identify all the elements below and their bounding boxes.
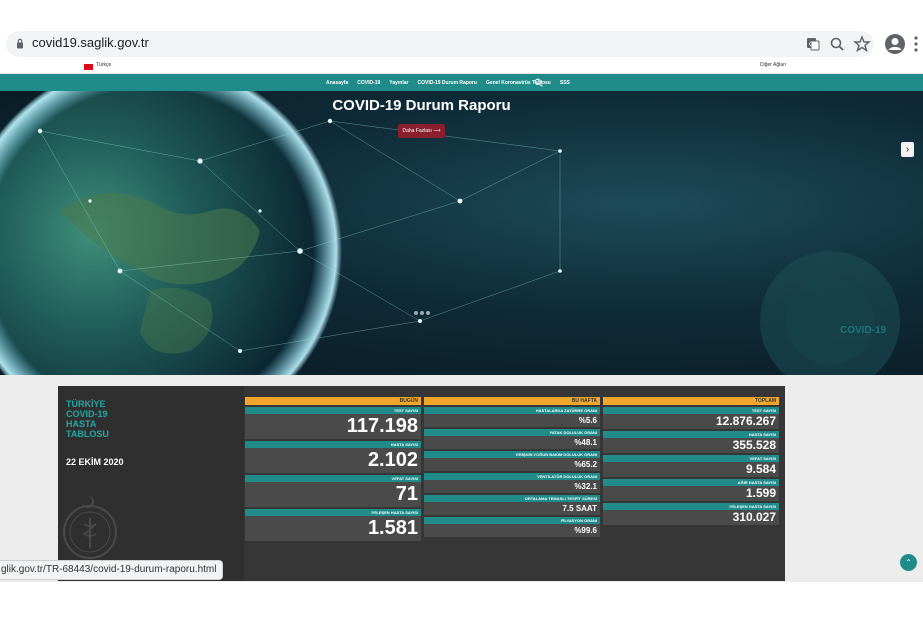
address-url[interactable]: covid19.saglik.gov.tr <box>32 35 149 50</box>
metric-value: 117.198 <box>245 414 421 439</box>
status-bar-url: glik.gov.tr/TR-68443/covid-19-durum-rapo… <box>0 560 224 580</box>
more-button-label: Daha Fazlası <box>402 128 432 134</box>
translate-icon[interactable]: G <box>804 35 822 53</box>
metric-total-recovered: İYİLEŞEN HASTA SAYISI 310.027 <box>603 503 779 525</box>
column-header: BUGÜN <box>245 397 421 405</box>
metric-value: %32.1 <box>424 480 600 493</box>
main-nav: Anasayfa COVID-19 Yayınlar COVID-19 Duru… <box>0 74 923 91</box>
column-this-week: BU HAFTA HASTALARDA ZATÜRRE ORANI %5.6 Y… <box>424 397 600 537</box>
metric-week-contact-time: ORTALAMA TEMASLI TESPİT SÜRESİ 7.5 SAAT <box>424 495 600 515</box>
metric-value: %48.1 <box>424 436 600 449</box>
metric-value: 1.599 <box>603 486 779 501</box>
metric-label: İYİLEŞEN HASTA SAYISI <box>603 503 779 510</box>
metric-value: %65.2 <box>424 458 600 471</box>
metric-value: 1.581 <box>245 516 421 541</box>
hero-banner: COVID-19 Durum Raporu Daha Fazlası ⟶ › C… <box>0 91 923 375</box>
menu-icon[interactable] <box>913 35 919 53</box>
metric-week-filiation: FİLYASYON ORANI %99.6 <box>424 517 600 537</box>
stats-section: TÜRKİYE COVID-19 HASTA TABLOSU 22 EKİM 2… <box>0 375 923 582</box>
heading-line: TABLOSU <box>66 429 109 439</box>
slider-dots <box>414 311 430 315</box>
metric-value: 7.5 SAAT <box>424 502 600 515</box>
metric-week-pneumonia: HASTALARDA ZATÜRRE ORANI %5.6 <box>424 407 600 427</box>
metric-value: 2.102 <box>245 448 421 473</box>
report-date: 22 EKİM 2020 <box>66 457 124 467</box>
hero-watermark: COVID-19 <box>840 325 887 336</box>
metric-value: %99.6 <box>424 524 600 537</box>
metric-total-critical: AĞIR HASTA SAYISI 1.599 <box>603 479 779 501</box>
heading-line: TÜRKİYE <box>66 399 106 409</box>
metric-label: HASTA SAYISI <box>245 441 421 448</box>
nav-item-status-report[interactable]: COVID-19 Durum Raporu <box>417 80 476 86</box>
metric-value: %5.6 <box>424 414 600 427</box>
search-icon[interactable] <box>534 78 543 87</box>
column-total: TOPLAM TEST SAYISI 12.876.267 HASTA SAYI… <box>603 397 779 525</box>
metric-label: YATAK DOLULUK ORANI <box>424 429 600 436</box>
nav-item-faq[interactable]: SSS <box>560 80 570 86</box>
slider-dot[interactable] <box>414 311 418 315</box>
covid-table-panel: TÜRKİYE COVID-19 HASTA TABLOSU 22 EKİM 2… <box>58 386 785 581</box>
language-selector[interactable]: Türkçe <box>96 62 111 68</box>
column-header: TOPLAM <box>603 397 779 405</box>
metric-week-icu-occupancy: ERİŞKİN YOĞUN BAKIM DOLULUK ORANI %65.2 <box>424 451 600 471</box>
metric-label: VEFAT SAYISI <box>245 475 421 482</box>
metric-label: HASTALARDA ZATÜRRE ORANI <box>424 407 600 414</box>
flag-icon <box>84 64 93 70</box>
metric-label: FİLYASYON ORANI <box>424 517 600 524</box>
svg-text:G: G <box>809 41 814 48</box>
column-today: BUGÜN TEST SAYISI 117.198 HASTA SAYISI 2… <box>245 397 421 541</box>
more-button[interactable]: Daha Fazlası ⟶ <box>398 124 445 138</box>
nav-item-home[interactable]: Anasayfa <box>326 80 348 86</box>
metric-today-deaths: VEFAT SAYISI 71 <box>245 475 421 507</box>
scroll-top-button[interactable]: ⌃ <box>900 554 917 571</box>
metric-label: ERİŞKİN YOĞUN BAKIM DOLULUK ORANI <box>424 451 600 458</box>
metric-label: ORTALAMA TEMASLI TESPİT SÜRESİ <box>424 495 600 502</box>
hero-title: COVID-19 Durum Raporu <box>332 97 511 114</box>
address-bar[interactable]: covid19.saglik.gov.tr G <box>6 31 874 57</box>
metric-value: 71 <box>245 482 421 507</box>
heading-line: HASTA <box>66 419 97 429</box>
heading-line: COVID-19 <box>66 409 108 419</box>
panel-heading: TÜRKİYE COVID-19 HASTA TABLOSU <box>66 399 109 439</box>
metric-today-cases: HASTA SAYISI 2.102 <box>245 441 421 473</box>
metric-label: TEST SAYISI <box>603 407 779 414</box>
metric-value: 12.876.267 <box>603 414 779 429</box>
metric-total-tests: TEST SAYISI 12.876.267 <box>603 407 779 429</box>
metric-week-bed-occupancy: YATAK DOLULUK ORANI %48.1 <box>424 429 600 449</box>
metric-today-tests: TEST SAYISI 117.198 <box>245 407 421 439</box>
metric-label: AĞIR HASTA SAYISI <box>603 479 779 486</box>
nav-item-publications[interactable]: Yayınlar <box>389 80 408 86</box>
browser-toolbar: covid19.saglik.gov.tr G <box>0 27 923 61</box>
slider-dot[interactable] <box>420 311 424 315</box>
metric-week-ventilator: VENTİLATÖR DOLULUK ORANI %32.1 <box>424 473 600 493</box>
metric-label: HASTA SAYISI <box>603 431 779 438</box>
metric-label: TEST SAYISI <box>245 407 421 414</box>
metric-value: 9.584 <box>603 462 779 477</box>
metric-label: İYİLEŞEN HASTA SAYISI <box>245 509 421 516</box>
scroll-top-icon: ⌃ <box>905 558 912 567</box>
metric-value: 355.528 <box>603 438 779 453</box>
metric-label: VENTİLATÖR DOLULUK ORANI <box>424 473 600 480</box>
panel-sidebar: TÜRKİYE COVID-19 HASTA TABLOSU 22 EKİM 2… <box>58 386 244 581</box>
metric-value: 310.027 <box>603 510 779 525</box>
metric-label: VEFAT SAYISI <box>603 455 779 462</box>
globe-illustration <box>0 91 900 375</box>
metric-today-recovered: İYİLEŞEN HASTA SAYISI 1.581 <box>245 509 421 541</box>
slider-next-button[interactable]: › <box>901 142 914 157</box>
profile-icon[interactable] <box>884 33 906 55</box>
star-icon[interactable] <box>853 35 871 53</box>
nav-item-covid19[interactable]: COVID-19 <box>357 80 380 86</box>
arrow-right-icon: ⟶ <box>433 128 441 134</box>
zoom-icon[interactable] <box>828 35 846 53</box>
metric-total-deaths: VEFAT SAYISI 9.584 <box>603 455 779 477</box>
other-networks-link[interactable]: Diğer Ağları <box>760 62 786 68</box>
emblem-icon <box>63 496 117 559</box>
lock-icon <box>17 38 23 49</box>
column-header: BU HAFTA <box>424 397 600 405</box>
slider-dot[interactable] <box>426 311 430 315</box>
metric-total-cases: HASTA SAYISI 355.528 <box>603 431 779 453</box>
utility-bar: Türkçe Diğer Ağları <box>0 61 923 74</box>
